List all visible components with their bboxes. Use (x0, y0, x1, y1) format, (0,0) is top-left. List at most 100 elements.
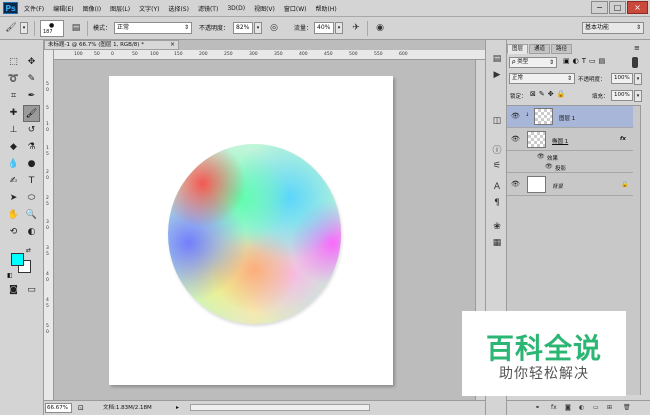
move-tool-icon[interactable]: ✥ (23, 54, 40, 71)
adjustment-layer-icon[interactable]: ◐ (579, 401, 584, 414)
link-layers-icon[interactable]: ⚭ (535, 401, 540, 414)
tool-preset-dropdown[interactable]: ▾ (20, 22, 28, 34)
swap-colors-icon[interactable]: ⇄ (26, 247, 31, 254)
opacity-dropdown[interactable]: ▾ (254, 22, 262, 34)
visibility-eye-icon[interactable]: 👁 (511, 112, 520, 120)
pressure-opacity-icon[interactable]: ◎ (267, 21, 281, 35)
type-tool-icon[interactable]: T (23, 173, 40, 190)
workspace-select[interactable]: 基本功能 ⇕ (582, 22, 644, 34)
blur-tool-icon[interactable]: 💧 (5, 156, 22, 173)
visibility-eye-icon[interactable]: 👁 (511, 135, 520, 143)
3d-camera-tool-icon[interactable]: ◐ (23, 224, 40, 241)
default-colors-icon[interactable]: ◧ (7, 272, 13, 279)
blend-mode-select[interactable]: 正常 ⇕ (509, 73, 575, 84)
panel-menu-icon[interactable]: ≡ (634, 44, 640, 52)
menu-file[interactable]: 文件(F) (24, 4, 44, 13)
marquee-tool-icon[interactable]: ⬚ (5, 54, 22, 71)
menu-edit[interactable]: 编辑(E) (53, 4, 73, 13)
fill-input[interactable]: 100% (611, 90, 633, 101)
menu-window[interactable]: 窗口(W) (284, 4, 307, 13)
properties-panel-icon[interactable]: ⚟ (490, 159, 504, 173)
crop-tool-icon[interactable]: ⌗ (5, 88, 22, 105)
mode-select[interactable]: 正常 ⇕ (114, 22, 192, 34)
actions-panel-icon[interactable]: ▶ (490, 68, 504, 82)
layer-opacity-dropdown[interactable]: ▾ (634, 73, 642, 85)
visibility-eye-icon[interactable]: 👁 (537, 153, 545, 160)
tab-layers[interactable]: 图层 (507, 44, 529, 54)
eraser-tool-icon[interactable]: ◆ (5, 139, 22, 156)
fill-dropdown[interactable]: ▾ (634, 90, 642, 102)
fx-badge[interactable]: fx (620, 136, 626, 142)
styles-panel-icon[interactable]: ❀ (490, 220, 504, 234)
menu-view[interactable]: 视图(V) (254, 4, 275, 13)
flow-dropdown[interactable]: ▾ (335, 22, 343, 34)
brush-tool-icon[interactable]: 🖌 (23, 105, 40, 122)
document-tab-close-icon[interactable]: × (170, 40, 175, 50)
menu-select[interactable]: 选择(S) (168, 4, 189, 13)
3d-rotate-tool-icon[interactable]: ⟲ (5, 224, 22, 241)
horizontal-scrollbar-thumb[interactable] (190, 404, 370, 411)
quick-select-tool-icon[interactable]: ✎ (23, 71, 40, 88)
adjustments-panel-icon[interactable]: ◫ (490, 114, 504, 128)
layer-name[interactable]: 图层 1 (559, 114, 575, 122)
zoom-level-input[interactable]: 66.67% (45, 403, 72, 413)
pen-tool-icon[interactable]: ✍ (5, 173, 22, 190)
layer-name[interactable]: 椭圆 1 (552, 137, 568, 145)
close-button[interactable]: × (627, 1, 648, 14)
history-panel-icon[interactable]: ▤ (490, 52, 504, 66)
new-group-icon[interactable]: ▭ (593, 401, 599, 414)
zoom-tool-icon[interactable]: 🔍 (23, 207, 40, 224)
menu-layer[interactable]: 图层(L) (110, 4, 130, 13)
quick-mask-icon[interactable]: ◙ (5, 282, 22, 299)
foreground-color-swatch[interactable] (11, 253, 24, 266)
menu-type[interactable]: 文字(Y) (139, 4, 159, 13)
swatches-panel-icon[interactable]: ▦ (490, 236, 504, 250)
flow-input[interactable]: 40% (314, 22, 334, 34)
layer-filter-icons[interactable]: ▣◐T▭▤ (563, 57, 608, 65)
paragraph-panel-icon[interactable]: ¶ (490, 196, 504, 210)
layer-name[interactable]: 背景 (552, 182, 563, 190)
menu-help[interactable]: 帮助(H) (316, 4, 337, 13)
tab-paths[interactable]: 路径 (551, 44, 573, 54)
minimize-button[interactable]: − (591, 1, 608, 14)
menu-3d[interactable]: 3D(D) (227, 5, 245, 12)
layer-opacity-input[interactable]: 100% (611, 73, 633, 84)
chevron-right-icon[interactable]: ▸ (176, 403, 179, 413)
layer-row-background[interactable]: 👁 背景 🔒 (507, 174, 633, 196)
ellipse-tool-icon[interactable]: ⬭ (23, 190, 40, 207)
filter-toggle[interactable] (632, 57, 638, 68)
history-brush-tool-icon[interactable]: ↺ (23, 122, 40, 139)
trash-icon[interactable]: 🗑 (623, 401, 631, 414)
document-tab[interactable]: 未标题-1 @ 66.7% (图层 1, RGB/8) * (44, 40, 179, 50)
layer-row-ellipse1[interactable]: 👁 椭圆 1 fx (507, 129, 633, 151)
restore-button[interactable]: □ (609, 1, 626, 14)
character-panel-icon[interactable]: A (490, 180, 504, 194)
brush-panel-icon[interactable]: ▤ (69, 21, 83, 35)
visibility-eye-icon[interactable]: 👁 (545, 163, 553, 170)
effects-row[interactable]: 👁 效果 (507, 152, 633, 162)
paint-bucket-tool-icon[interactable]: ⚗ (23, 139, 40, 156)
lasso-tool-icon[interactable]: ➰ (5, 71, 22, 88)
menu-image[interactable]: 图像(I) (83, 4, 101, 13)
brush-preset-picker[interactable]: ● 187 (40, 20, 64, 37)
status-icon[interactable]: ⊡ (78, 403, 84, 413)
new-layer-icon[interactable]: ⊞ (607, 401, 612, 414)
drop-shadow-row[interactable]: 👁 投影 (507, 162, 633, 173)
add-style-icon[interactable]: fx (551, 401, 557, 414)
screen-mode-icon[interactable]: ▭ (23, 282, 40, 299)
layer-row-layer1[interactable]: 👁 ↓ 图层 1 (507, 106, 633, 128)
visibility-eye-icon[interactable]: 👁 (511, 180, 520, 188)
healing-brush-tool-icon[interactable]: ✚ (5, 105, 22, 122)
lock-icons[interactable]: ⊠✎✥🔒 (530, 90, 568, 98)
brush-tool-icon[interactable]: 🖌 (4, 21, 18, 35)
clone-stamp-tool-icon[interactable]: ⊥ (5, 122, 22, 139)
opacity-input[interactable]: 82% (233, 22, 253, 34)
pressure-size-icon[interactable]: ◉ (373, 21, 387, 35)
layers-scrollbar[interactable] (640, 105, 650, 395)
eyedropper-tool-icon[interactable]: ✒ (23, 88, 40, 105)
layer-filter-select[interactable]: ρ 类型 ⇕ (509, 57, 557, 68)
path-select-tool-icon[interactable]: ➤ (5, 190, 22, 207)
tab-channels[interactable]: 通道 (529, 44, 551, 54)
airbrush-icon[interactable]: ✈ (349, 21, 363, 35)
hand-tool-icon[interactable]: ✋ (5, 207, 22, 224)
